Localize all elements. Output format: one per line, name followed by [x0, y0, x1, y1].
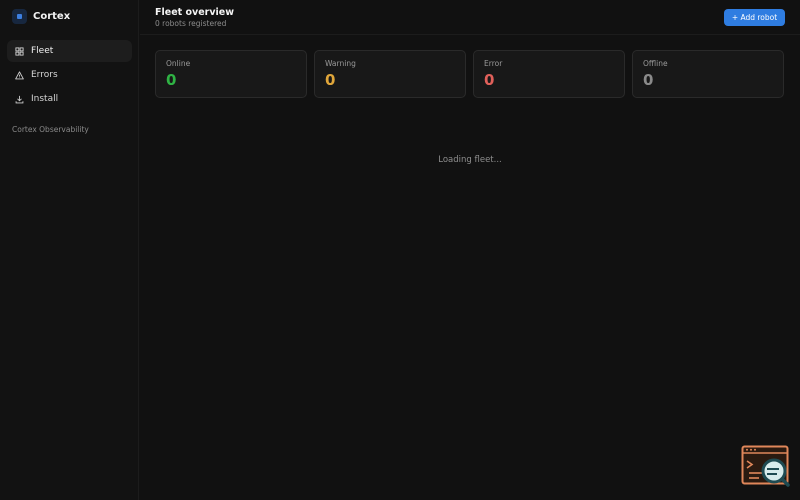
page-title: Fleet overview [155, 7, 234, 18]
sidebar-nav: Fleet Errors Install [7, 40, 132, 112]
page-subtitle: 0 robots registered [155, 19, 227, 28]
stat-label: Warning [325, 59, 356, 68]
download-icon [15, 95, 24, 104]
stat-value: 0 [325, 71, 336, 89]
brand[interactable]: Cortex [12, 9, 70, 24]
grid-icon [15, 46, 24, 56]
sidebar-item-errors[interactable]: Errors [7, 64, 132, 86]
cube-icon [12, 9, 27, 24]
stat-value: 0 [643, 71, 654, 89]
stat-card-warning: Warning 0 [314, 50, 466, 98]
devtools-launcher-icon[interactable] [741, 445, 791, 487]
stats-row: Online 0 Warning 0 Error 0 Offline 0 [155, 50, 785, 98]
sidebar-item-label: Errors [31, 70, 58, 80]
stat-label: Offline [643, 59, 668, 68]
stat-value: 0 [484, 71, 495, 89]
stat-card-online: Online 0 [155, 50, 307, 98]
app-root: Cortex Fleet Errors Install Cortex Obser… [0, 0, 800, 500]
sidebar-item-fleet[interactable]: Fleet [7, 40, 132, 62]
page-header: Fleet overview 0 robots registered + Add… [140, 0, 800, 35]
sidebar-item-install[interactable]: Install [7, 88, 132, 110]
loading-status: Loading fleet... [438, 155, 502, 165]
stat-label: Error [484, 59, 503, 68]
stat-card-offline: Offline 0 [632, 50, 784, 98]
sidebar-item-label: Fleet [31, 46, 54, 56]
stat-label: Online [166, 59, 191, 68]
sidebar: Cortex Fleet Errors Install Cortex Obser… [0, 0, 139, 500]
add-robot-button[interactable]: + Add robot [724, 9, 785, 26]
sidebar-item-label: Install [31, 94, 59, 104]
warning-icon [15, 70, 24, 80]
stat-value: 0 [166, 71, 177, 89]
sidebar-footer: Cortex Observability [12, 125, 89, 134]
brand-name: Cortex [33, 11, 71, 22]
stat-card-error: Error 0 [473, 50, 625, 98]
